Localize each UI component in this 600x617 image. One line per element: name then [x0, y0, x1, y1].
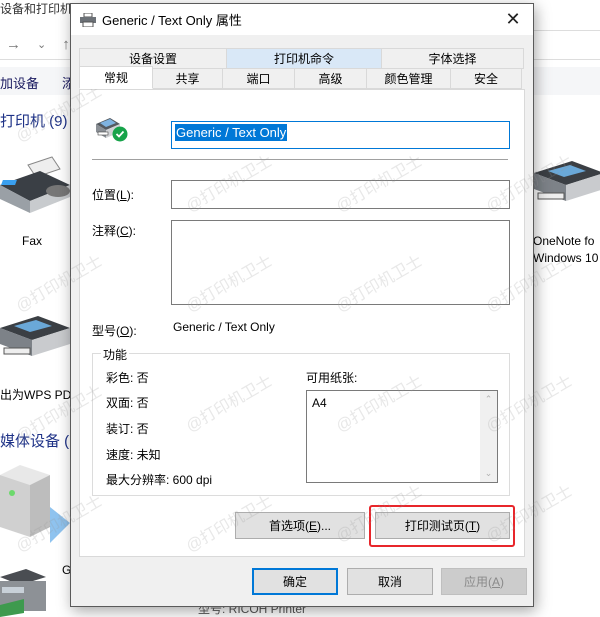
onenote-printer-icon[interactable]: [534, 157, 600, 209]
features-groupbox: 功能 彩色: 否 双面: 否 装订: 否 速度: 未知 最大分辨率: 600 d…: [92, 346, 510, 496]
tab-printer-commands[interactable]: 打印机命令: [227, 48, 382, 69]
comment-textarea[interactable]: [171, 220, 510, 305]
printer-icon[interactable]: [0, 312, 70, 362]
feature-max-resolution: 最大分辨率: 600 dpi: [106, 473, 213, 487]
multifunction-printer-icon[interactable]: [0, 567, 48, 617]
tab-color-management[interactable]: 颜色管理: [367, 68, 451, 89]
media-server-icon[interactable]: [0, 465, 72, 550]
printer-properties-dialog: Generic / Text Only 属性 ✕ 设备设置 打印机命令 字体选择…: [70, 3, 534, 607]
tab-ports[interactable]: 端口: [223, 68, 295, 89]
tab-label: 安全: [473, 72, 498, 86]
model-value: Generic / Text Only: [173, 320, 275, 334]
tab-label: 共享: [175, 72, 200, 86]
printer-ready-icon: [96, 118, 128, 142]
features-legend: 功能: [101, 346, 130, 363]
printers-section-header[interactable]: 打印机 (9): [0, 110, 68, 131]
paper-list-scrollbar[interactable]: ⌃ ⌄: [480, 391, 497, 482]
tab-label: 端口: [246, 72, 271, 86]
tab-row-bottom: 常规 共享 端口 高级 颜色管理 安全: [79, 66, 522, 89]
recent-dropdown-button[interactable]: ⌄: [37, 38, 46, 56]
tab-label: 颜色管理: [384, 72, 433, 86]
feature-color: 彩色: 否: [106, 371, 149, 385]
up-button[interactable]: ↑: [62, 36, 70, 56]
tab-label: 高级: [318, 72, 343, 86]
comment-label: 注释(C):: [92, 224, 137, 238]
tab-font-selection[interactable]: 字体选择: [382, 48, 524, 69]
dialog-title: Generic / Text Only 属性: [102, 13, 242, 28]
explorer-title: 设备和打印机: [0, 2, 73, 16]
fax-label: Fax: [22, 234, 43, 248]
separator: [92, 159, 508, 160]
add-device-button[interactable]: 加设备: [0, 73, 39, 92]
apply-button[interactable]: 应用(A): [441, 568, 527, 595]
close-button[interactable]: ✕: [493, 4, 533, 35]
tab-label: 打印机命令: [273, 52, 334, 66]
scroll-down-icon[interactable]: ⌄: [480, 468, 497, 479]
printer-icon: [80, 12, 96, 27]
model-label: 型号(O):: [92, 324, 137, 338]
tab-label: 字体选择: [428, 52, 477, 66]
available-paper-list[interactable]: A4 ⌃ ⌄: [306, 390, 498, 483]
tab-label: 设备设置: [128, 52, 177, 66]
tab-advanced[interactable]: 高级: [295, 68, 367, 89]
ok-button[interactable]: 确定: [252, 568, 338, 595]
available-paper-label: 可用纸张:: [306, 371, 358, 385]
tab-label: 常规: [103, 71, 128, 85]
preferences-button[interactable]: 首选项(E)...: [235, 512, 365, 539]
feature-speed: 速度: 未知: [106, 448, 161, 462]
feature-duplex: 双面: 否: [106, 396, 149, 410]
tab-general[interactable]: 常规: [79, 66, 153, 89]
location-input[interactable]: [171, 180, 510, 209]
nav-buttons: → ⌄ ↑: [6, 36, 70, 56]
onenote-label-line2: Windows 10: [533, 251, 599, 265]
fax-icon[interactable]: [0, 155, 70, 215]
paper-item[interactable]: A4: [312, 396, 327, 410]
search-box[interactable]: [534, 30, 600, 60]
forward-button[interactable]: →: [6, 36, 21, 56]
feature-staple: 装订: 否: [106, 422, 149, 436]
printer-name-selected-text: Generic / Text Only: [175, 124, 288, 141]
onenote-label-line1: OneNote fo: [533, 234, 595, 248]
wps-printer-label: 出为WPS PD: [0, 388, 72, 402]
multimedia-section-header[interactable]: 媒体设备 (: [0, 430, 69, 451]
location-label: 位置(L):: [92, 188, 135, 202]
tab-sharing[interactable]: 共享: [153, 68, 223, 89]
annotation-highlight-box: [369, 505, 515, 547]
cancel-button[interactable]: 取消: [347, 568, 433, 595]
printer-name-input[interactable]: Generic / Text Only: [171, 121, 510, 149]
general-tab-panel: Generic / Text Only 位置(L): 注释(C): 型号(O):…: [79, 89, 525, 557]
close-icon: ✕: [505, 9, 521, 29]
dialog-titlebar[interactable]: Generic / Text Only 属性 ✕: [71, 4, 533, 35]
scroll-up-icon[interactable]: ⌃: [480, 394, 497, 405]
tab-security[interactable]: 安全: [451, 68, 522, 89]
